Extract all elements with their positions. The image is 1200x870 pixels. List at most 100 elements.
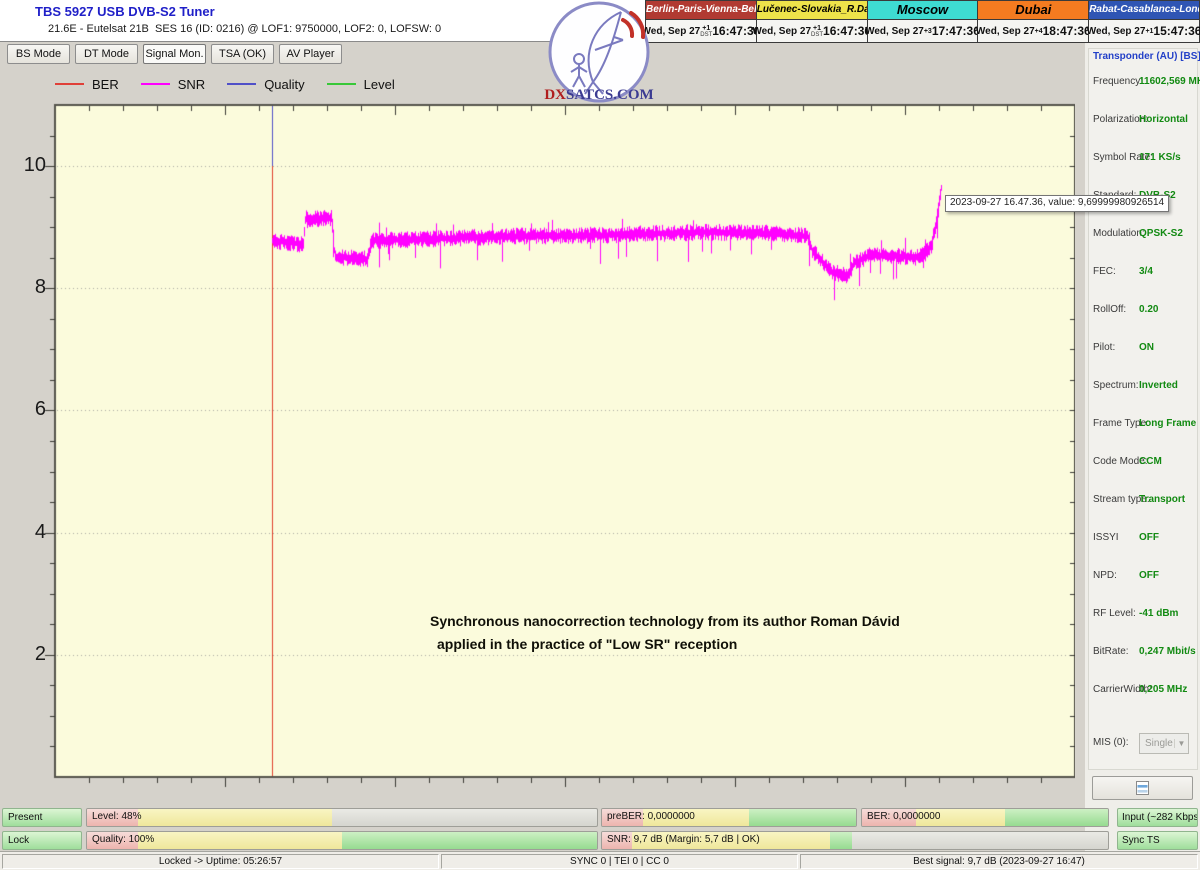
clock-time: 18:47:36: [1043, 24, 1091, 38]
bar-segment-green: [342, 832, 597, 849]
best-signal-status: Best signal: 9,7 dB (2023-09-27 16:47): [800, 854, 1198, 869]
mis-dropdown[interactable]: Single ▼: [1139, 733, 1189, 754]
snr-trace-canvas[interactable]: [41, 103, 1075, 797]
tuner-window: TBS 5927 USB DVB-S2 Tuner 21.6E - Eutels…: [0, 0, 1200, 870]
mis-label: MIS (0):: [1093, 737, 1129, 748]
clock: Lučenec-Slovakia_R.DávidWed, Sep 27+1DST…: [756, 0, 868, 43]
clock-city-label: Dubai: [978, 1, 1088, 20]
clock: Dubai Wed, Sep 27+418:47:36: [977, 0, 1089, 43]
level-bar: Level: 48%: [86, 808, 598, 827]
lock-badge: Lock: [2, 831, 82, 850]
transponder-row-value: OFF: [1139, 532, 1159, 543]
clock-date: Wed, Sep 27: [1087, 26, 1146, 37]
transponder-row: RF Level:-41 dBm: [1089, 595, 1197, 633]
annotation-line-2: applied in the practice of "Low SR" rece…: [430, 633, 900, 656]
clock-date: Wed, Sep 27: [865, 26, 924, 37]
input-rate-badge: Input (~282 Kbps): [1117, 808, 1198, 827]
satellite-subtitle: 21.6E - Eutelsat 21B SES 16 (ID: 0216) @…: [48, 23, 441, 35]
transponder-row-value: Inverted: [1139, 380, 1178, 391]
legend-label: Level: [364, 77, 395, 92]
transponder-row: Polarization:Horizontal: [1089, 101, 1197, 139]
transponder-row-label: Frequency:: [1093, 76, 1143, 87]
transponder-row: Frequency:11602,569 MHz: [1089, 63, 1197, 101]
chart-annotation: Synchronous nanocorrection technology fr…: [430, 610, 900, 656]
legend-color-line: [227, 83, 256, 85]
transponder-row-value: CCM: [1139, 456, 1162, 467]
transponder-row: FEC:3/4: [1089, 253, 1197, 291]
clock-city-label: Lučenec-Slovakia_R.Dávid: [757, 1, 867, 20]
value-tooltip: 2023-09-27 16.47.36, value: 9,6999998092…: [945, 195, 1169, 212]
transponder-row: Symbol Rate:171 KS/s: [1089, 139, 1197, 177]
transponder-row: Code Mode:CCM: [1089, 443, 1197, 481]
bar-segment-green: [1005, 809, 1108, 826]
uptime-status: Locked -> Uptime: 05:26:57: [2, 854, 439, 869]
transponder-row: NPD:OFF: [1089, 557, 1197, 595]
transponder-row-value: Transport: [1139, 494, 1185, 505]
transponder-row-label: RollOff:: [1093, 304, 1126, 315]
transponder-groupbox: Transponder (AU) [BS] Frequency:11602,56…: [1088, 48, 1198, 770]
bar-segment-yellow: [138, 832, 342, 849]
mis-selected-value: Single: [1140, 738, 1174, 749]
transponder-row-value: 171 KS/s: [1139, 152, 1181, 163]
legend-label: Quality: [264, 77, 304, 92]
legend-color-line: [141, 83, 170, 85]
mis-row: MIS (0): Single ▼: [1089, 721, 1197, 759]
preber-bar: preBER: 0,0000000: [601, 808, 857, 827]
transponder-row: Frame Type:Long Frame: [1089, 405, 1197, 443]
right-panel: Transponder (AU) [BS] Frequency:11602,56…: [1085, 42, 1200, 870]
transponder-row-value: 3/4: [1139, 266, 1153, 277]
annotation-line-1: Synchronous nanocorrection technology fr…: [430, 610, 900, 633]
transponder-row: RollOff: 0.20: [1089, 291, 1197, 329]
transponder-row-label: Pilot:: [1093, 342, 1115, 353]
legend-item: SNR: [141, 77, 205, 92]
transponder-row-label: Modulation:: [1093, 228, 1145, 239]
transponder-row-label: ISSYI: [1093, 532, 1119, 543]
bar-segment-green: [830, 832, 853, 849]
quality-bar: Quality: 100%: [86, 831, 598, 850]
transponder-row-value: OFF: [1139, 570, 1159, 581]
transponder-row-value: 0,247 Mbit/s: [1139, 646, 1196, 657]
bar-label: Level: 48%: [92, 811, 141, 822]
transponder-row-value: 11602,569 MHz: [1139, 76, 1200, 87]
snr-bar: SNR: 9,7 dB (Margin: 5,7 dB | OK): [601, 831, 1109, 850]
transponder-row: Spectrum:Inverted: [1089, 367, 1197, 405]
stream-list-button[interactable]: [1092, 776, 1193, 800]
sync-ts-badge: Sync TS: [1117, 831, 1198, 850]
legend-item: BER: [55, 77, 119, 92]
clock-city-label: Moscow: [868, 1, 978, 20]
transponder-row-value: 0.20: [1139, 304, 1158, 315]
clock-date: Wed, Sep 27: [976, 26, 1035, 37]
transponder-row: ISSYI OFF: [1089, 519, 1197, 557]
clock-utc-offset: +3: [924, 28, 932, 35]
ber-bar: BER: 0,0000000: [861, 808, 1109, 827]
transponder-row-label: RF Level:: [1093, 608, 1136, 619]
tab-dt-mode[interactable]: DT Mode: [75, 44, 138, 64]
transponder-rows: Frequency:11602,569 MHzPolarization:Hori…: [1089, 63, 1197, 709]
transponder-row-value: QPSK-S2: [1139, 228, 1183, 239]
app-title: TBS 5927 USB DVB-S2 Tuner: [35, 4, 215, 19]
clock-city-label: Rabat-Casablanca-London: [1089, 1, 1199, 20]
bar-label: SNR: 9,7 dB (Margin: 5,7 dB | OK): [607, 834, 760, 845]
legend-label: SNR: [178, 77, 205, 92]
clock-datetime: Wed, Sep 27+115:47:36: [1089, 20, 1199, 42]
bar-label: preBER: 0,0000000: [607, 811, 695, 822]
tab-tsa[interactable]: TSA (OK): [211, 44, 274, 64]
bar-label: Quality: 100%: [92, 834, 154, 845]
tab-bs-mode[interactable]: BS Mode: [7, 44, 70, 64]
clock: MoscowWed, Sep 27+317:47:36: [867, 0, 979, 43]
transponder-row-label: BitRate:: [1093, 646, 1129, 657]
tab-signal-mon[interactable]: Signal Mon.: [143, 44, 206, 64]
transponder-row-value: Long Frame: [1139, 418, 1196, 429]
dxsatcs-logo: DXSATCS.COM: [537, 0, 661, 107]
clock-utc-offset: +4: [1035, 28, 1043, 35]
legend-label: BER: [92, 77, 119, 92]
transponder-title: Transponder (AU) [BS]: [1093, 51, 1200, 62]
transponder-row-value: ON: [1139, 342, 1154, 353]
tab-av-player[interactable]: AV Player: [279, 44, 342, 64]
clock-datetime: Wed, Sep 27+1DST16:47:36: [757, 20, 867, 42]
legend-item: Level: [327, 77, 395, 92]
clock-date: Wed, Sep 27: [752, 26, 811, 37]
bar-segment-yellow: [138, 809, 332, 826]
chart-legend: BER SNR Quality Level: [55, 74, 417, 94]
status-bar: Locked -> Uptime: 05:26:57 SYNC 0 | TEI …: [0, 851, 1200, 870]
